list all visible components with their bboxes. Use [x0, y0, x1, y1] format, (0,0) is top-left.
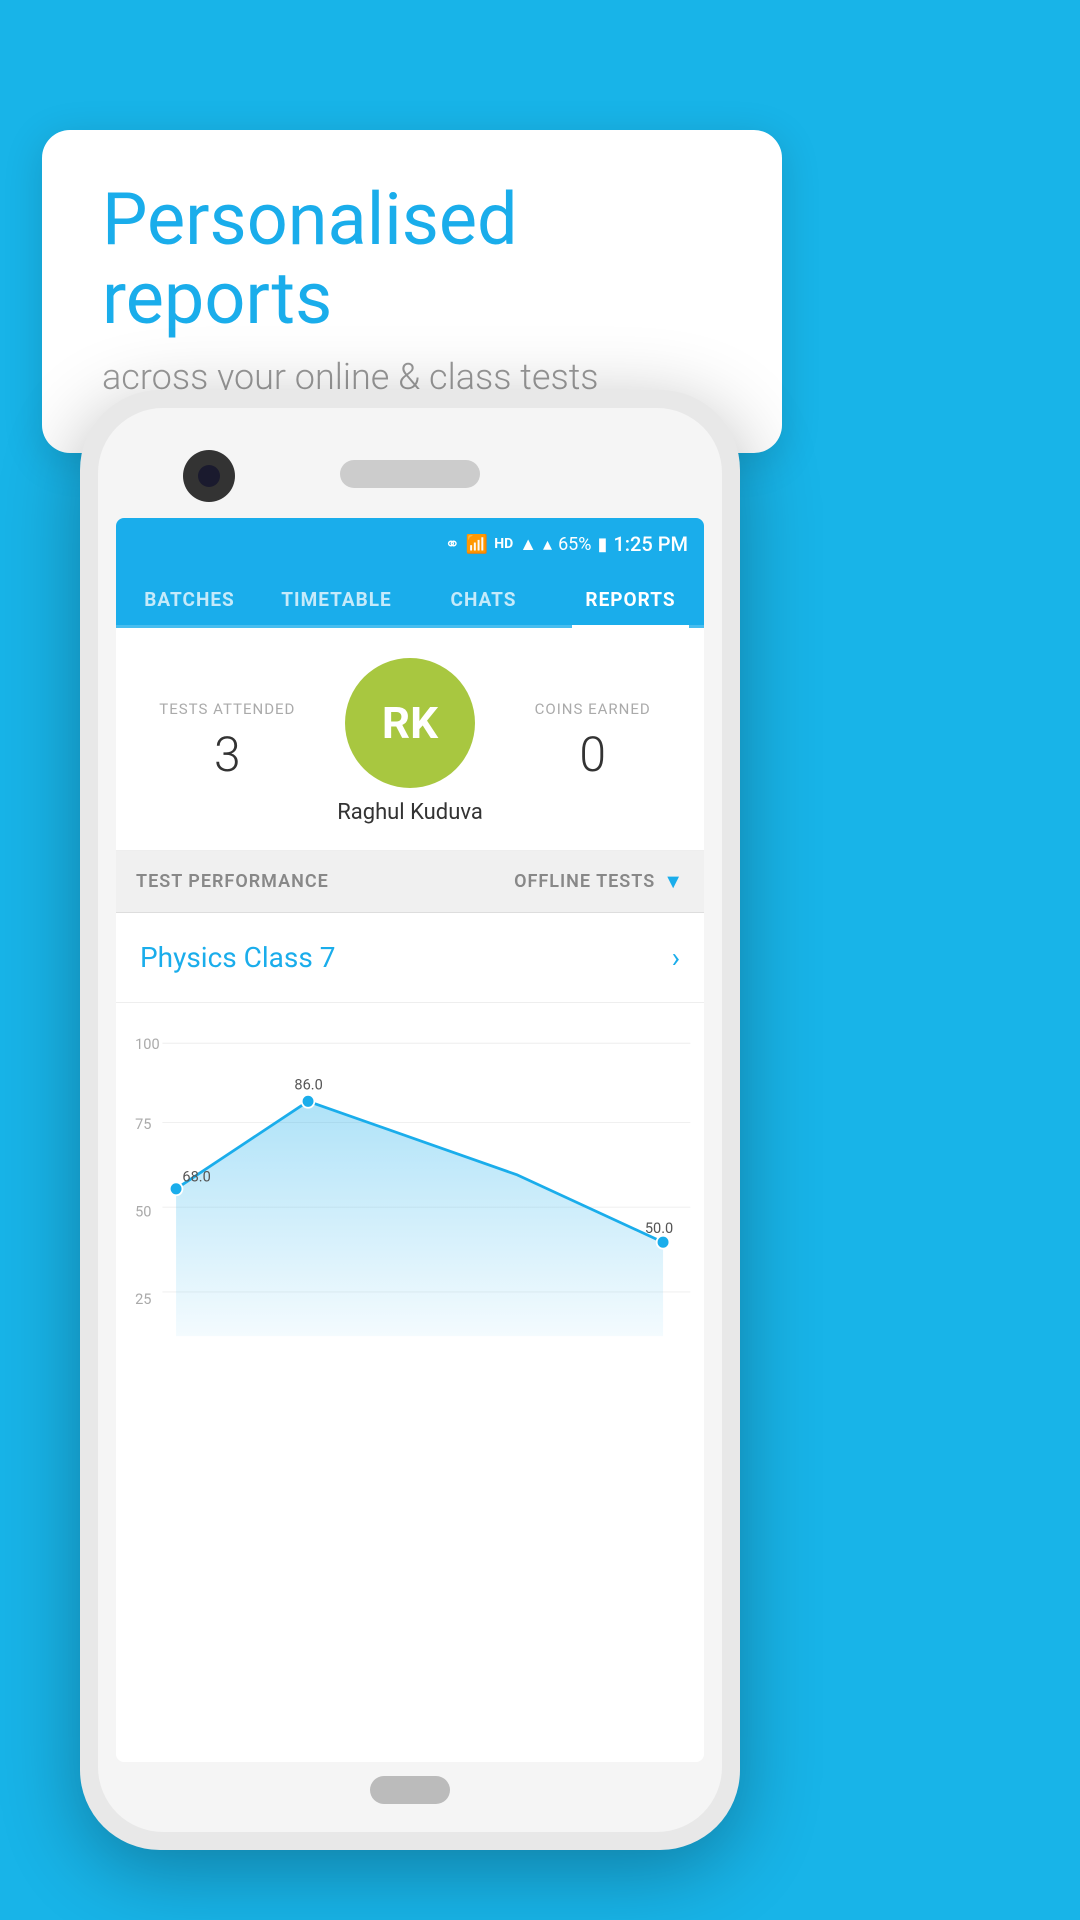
hd-icon: HD: [494, 536, 513, 552]
status-bar: ⚭ 📶 HD ▲ ▴ 65% ▮ 1:25 PM: [116, 518, 704, 570]
bluetooth-icon: ⚭: [445, 534, 460, 555]
chart-point-label-3: 50.0: [645, 1219, 673, 1237]
avatar: RK: [345, 658, 475, 788]
class-row[interactable]: Physics Class 7 ›: [116, 913, 704, 1003]
chart-point-2: [302, 1095, 315, 1108]
test-performance-label: TEST PERFORMANCE: [136, 871, 329, 892]
filter-dropdown[interactable]: OFFLINE TESTS ▼: [514, 869, 684, 894]
vibrate-icon: 📶: [466, 534, 488, 555]
y-label-75: 75: [135, 1115, 151, 1133]
chart-point-3: [657, 1236, 670, 1249]
camera-icon: [183, 450, 235, 502]
chart-point-1: [170, 1182, 183, 1195]
chevron-down-icon: ▼: [663, 869, 684, 894]
status-time: 1:25 PM: [613, 532, 688, 556]
home-button[interactable]: [370, 1776, 450, 1804]
wifi-icon: ▲: [519, 534, 537, 555]
chart-fill: [176, 1101, 663, 1336]
performance-chart: 100 75 50 25: [126, 1023, 694, 1373]
y-label-100: 100: [135, 1035, 160, 1053]
phone-screen: ⚭ 📶 HD ▲ ▴ 65% ▮ 1:25 PM BATCHES TIMETAB…: [116, 518, 704, 1762]
coins-earned-value: 0: [501, 726, 684, 783]
phone-frame: ⚭ 📶 HD ▲ ▴ 65% ▮ 1:25 PM BATCHES TIMETAB…: [80, 390, 740, 1850]
y-label-25: 25: [135, 1290, 151, 1308]
status-icons: ⚭ 📶 HD ▲ ▴ 65% ▮ 1:25 PM: [445, 532, 688, 556]
coins-earned-block: COINS EARNED 0: [501, 700, 684, 783]
signal-icon: ▴: [543, 534, 552, 555]
filter-label: OFFLINE TESTS: [514, 871, 655, 892]
section-header: TEST PERFORMANCE OFFLINE TESTS ▼: [116, 851, 704, 913]
chart-point-label-2: 86.0: [294, 1075, 322, 1093]
phone-inner: ⚭ 📶 HD ▲ ▴ 65% ▮ 1:25 PM BATCHES TIMETAB…: [98, 408, 722, 1832]
chart-area: 100 75 50 25: [116, 1003, 704, 1383]
tests-attended-label: TESTS ATTENDED: [136, 700, 319, 718]
y-label-50: 50: [135, 1202, 151, 1220]
tests-attended-block: TESTS ATTENDED 3: [136, 700, 319, 783]
coins-earned-label: COINS EARNED: [501, 700, 684, 718]
tab-batches[interactable]: BATCHES: [116, 570, 263, 625]
tooltip-title: Personalised reports: [102, 180, 722, 338]
nav-tabs: BATCHES TIMETABLE CHATS REPORTS: [116, 570, 704, 628]
profile-section: TESTS ATTENDED 3 RK Raghul Kuduva COINS …: [116, 628, 704, 851]
tab-timetable[interactable]: TIMETABLE: [263, 570, 410, 625]
tests-attended-value: 3: [136, 726, 319, 783]
battery-level: 65%: [558, 534, 591, 555]
tab-chats[interactable]: CHATS: [410, 570, 557, 625]
class-name: Physics Class 7: [140, 941, 336, 974]
tab-reports[interactable]: REPORTS: [557, 570, 704, 625]
avatar-container: RK Raghul Kuduva: [319, 658, 502, 825]
chart-point-label-1: 68.0: [182, 1167, 210, 1185]
user-name: Raghul Kuduva: [337, 800, 483, 825]
battery-icon: ▮: [597, 534, 607, 555]
speaker-grille: [340, 460, 480, 488]
chevron-right-icon: ›: [672, 941, 680, 974]
